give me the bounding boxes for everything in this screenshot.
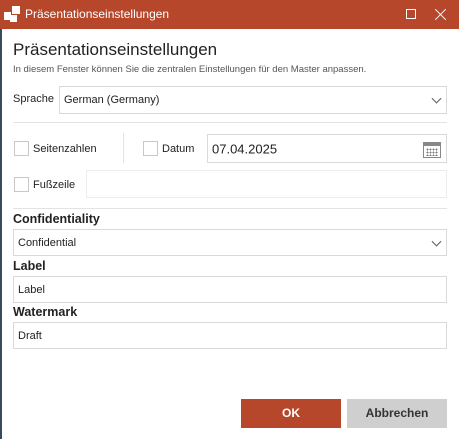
- footer-input[interactable]: [86, 170, 447, 198]
- label-value: Label: [18, 283, 45, 296]
- date-checkbox[interactable]: [143, 141, 158, 156]
- app-logo-icon: [4, 6, 20, 22]
- dialog-subtitle: In diesem Fenster können Sie die zentral…: [13, 64, 367, 75]
- watermark-label: Watermark: [13, 305, 78, 319]
- window-title: Präsentationseinstellungen: [25, 7, 170, 21]
- divider: [123, 133, 124, 163]
- date-picker[interactable]: 07.04.2025: [207, 134, 447, 163]
- close-button[interactable]: [426, 0, 456, 29]
- confidentiality-label: Confidentiality: [13, 212, 100, 226]
- confidentiality-value: Confidential: [18, 236, 77, 249]
- calendar-icon[interactable]: [423, 142, 441, 158]
- date-value: 07.04.2025: [212, 141, 278, 156]
- date-label: Datum: [162, 143, 195, 155]
- maximize-icon: [406, 9, 416, 19]
- cancel-button[interactable]: Abbrechen: [347, 399, 447, 428]
- divider: [13, 208, 447, 209]
- footer-checkbox[interactable]: [14, 177, 29, 192]
- footer-label: Fußzeile: [33, 179, 76, 191]
- watermark-value: Draft: [18, 329, 42, 342]
- maximize-button[interactable]: [396, 0, 426, 29]
- divider: [13, 122, 447, 123]
- ok-button[interactable]: OK: [241, 399, 341, 428]
- title-bar: Präsentationseinstellungen: [0, 0, 459, 29]
- page-numbers-label: Seitenzahlen: [33, 143, 97, 155]
- window-edge: [0, 29, 2, 439]
- language-select[interactable]: German (Germany): [59, 86, 447, 114]
- language-label: Sprache: [13, 93, 54, 105]
- watermark-input[interactable]: Draft: [13, 322, 447, 349]
- language-value: German (Germany): [64, 94, 160, 106]
- confidentiality-select[interactable]: Confidential: [13, 229, 447, 256]
- label-field-label: Label: [13, 259, 46, 273]
- page-numbers-checkbox[interactable]: [14, 141, 29, 156]
- chevron-down-icon: [431, 93, 442, 104]
- chevron-down-icon: [431, 236, 442, 247]
- dialog-heading: Präsentationseinstellungen: [13, 40, 218, 59]
- close-icon: [434, 8, 447, 21]
- label-input[interactable]: Label: [13, 276, 447, 303]
